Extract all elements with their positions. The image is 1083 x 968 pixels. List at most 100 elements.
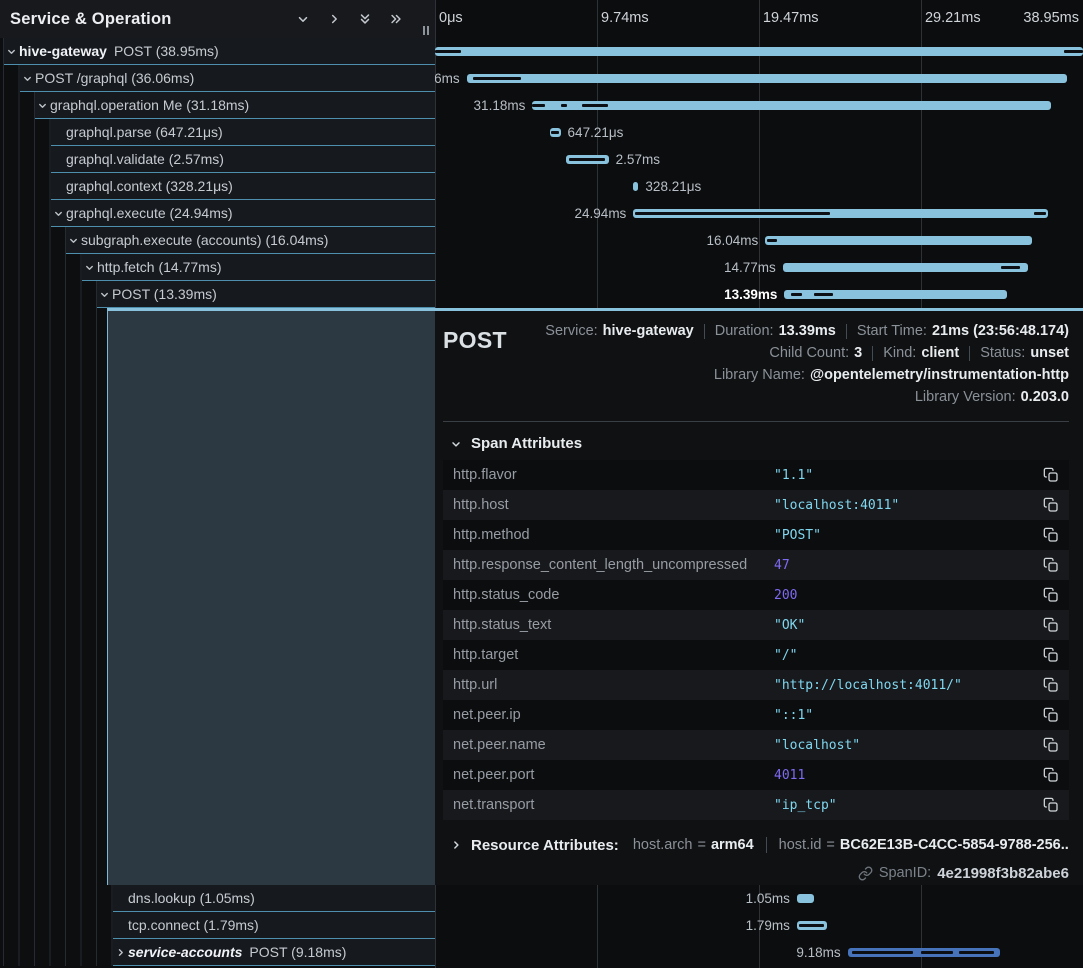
span-row[interactable]: graphql.context (328.21μs)328.21μs: [0, 173, 1083, 200]
chevron-down-icon[interactable]: [51, 208, 66, 219]
span-duration-label: 328.21μs: [645, 173, 701, 200]
span-bar[interactable]: [566, 155, 609, 164]
span-bar[interactable]: [848, 948, 1001, 957]
span-bar[interactable]: [633, 209, 1048, 218]
span-row[interactable]: http.fetch (14.77ms)14.77ms: [0, 254, 1083, 281]
indent-guides: [0, 281, 97, 308]
copy-icon[interactable]: [1043, 617, 1059, 633]
attribute-value: 47: [774, 558, 1043, 573]
timeline-tick: 9.74ms: [601, 0, 649, 36]
copy-icon[interactable]: [1043, 647, 1059, 663]
span-bar-segment: [767, 239, 778, 242]
double-chevron-down-icon[interactable]: [358, 12, 372, 26]
span-bar-segment: [551, 131, 559, 134]
attribute-key: net.peer.ip: [453, 707, 774, 723]
attribute-row: net.transport"ip_tcp": [443, 790, 1069, 820]
meta-label: Library Version:: [915, 387, 1016, 408]
span-attributes-title: Span Attributes: [471, 435, 582, 452]
indent-guides: [0, 912, 113, 939]
span-tree-body: tcp.connect (1.79ms): [113, 912, 435, 939]
span-timeline-cell: 36.06ms: [435, 65, 1083, 92]
copy-icon[interactable]: [1043, 557, 1059, 573]
operation-label: subgraph.execute (accounts) (16.04ms): [81, 232, 328, 248]
span-bar[interactable]: [797, 894, 814, 903]
chevron-down-icon[interactable]: [82, 262, 97, 273]
copy-icon[interactable]: [1043, 527, 1059, 543]
attribute-row: http.status_text"OK": [443, 610, 1069, 640]
span-row[interactable]: graphql.operation Me (31.18ms)31.18ms: [0, 92, 1083, 119]
attribute-row: net.peer.ip"::1": [443, 700, 1069, 730]
span-attributes-toggle[interactable]: Span Attributes: [450, 435, 1069, 452]
meta-separator: [704, 324, 705, 339]
timeline-tick: 0μs: [439, 0, 463, 36]
span-row[interactable]: graphql.execute (24.94ms)24.94ms: [0, 200, 1083, 227]
chevron-right-icon: [450, 839, 462, 851]
span-bar-segment: [1064, 50, 1083, 53]
panel-resize-handle[interactable]: [423, 26, 429, 35]
attribute-row: net.peer.port4011: [443, 760, 1069, 790]
span-bar[interactable]: [550, 128, 561, 137]
span-tree-cell: subgraph.execute (accounts) (16.04ms): [0, 227, 435, 254]
chevron-down-icon[interactable]: [97, 289, 112, 300]
span-bar[interactable]: [532, 101, 1051, 110]
copy-icon[interactable]: [1043, 767, 1059, 783]
span-bar[interactable]: [783, 263, 1029, 272]
span-row[interactable]: graphql.validate (2.57ms)2.57ms: [0, 146, 1083, 173]
span-row[interactable]: POST (13.39ms)13.39ms: [0, 281, 1083, 308]
copy-icon[interactable]: [1043, 677, 1059, 693]
resource-key: host.arch: [633, 837, 693, 853]
meta-label: Kind:: [883, 343, 916, 364]
chevron-right-icon[interactable]: [113, 947, 128, 958]
chevron-right-icon[interactable]: [327, 12, 341, 26]
indent-guides: [0, 200, 51, 227]
chevron-down-icon[interactable]: [66, 235, 81, 246]
span-duration-label: 14.77ms: [724, 254, 776, 281]
equals-sign: =: [826, 837, 834, 853]
span-bar[interactable]: [784, 290, 1007, 299]
resource-attributes-row[interactable]: Resource Attributes:host.arch=arm64host.…: [450, 832, 1069, 858]
span-row[interactable]: subgraph.execute (accounts) (16.04ms)16.…: [0, 227, 1083, 254]
span-detail-panel: POST Service:hive-gatewayDuration:13.39m…: [435, 308, 1083, 885]
span-duration-label: 36.06ms: [435, 65, 460, 92]
copy-icon[interactable]: [1043, 797, 1059, 813]
divider: [443, 421, 1069, 422]
span-row[interactable]: service-accountsPOST (9.18ms)9.18ms: [0, 939, 1083, 966]
span-duration-label: 24.94ms: [575, 200, 627, 227]
attribute-value: "OK": [774, 618, 1043, 633]
copy-icon[interactable]: [1043, 707, 1059, 723]
attribute-key: http.response_content_length_uncompresse…: [453, 557, 774, 573]
resource-key: host.id: [779, 837, 822, 853]
copy-icon[interactable]: [1043, 587, 1059, 603]
span-bar[interactable]: [797, 921, 827, 930]
span-bar-segment: [569, 158, 605, 161]
meta-label: Start Time:: [857, 321, 927, 342]
chevron-down-icon[interactable]: [296, 12, 310, 26]
link-icon[interactable]: [858, 866, 873, 881]
chevron-down-icon[interactable]: [20, 73, 35, 84]
span-tree-body: POST (13.39ms): [97, 281, 435, 308]
copy-icon[interactable]: [1043, 497, 1059, 513]
span-bar[interactable]: [467, 74, 1067, 83]
span-row[interactable]: tcp.connect (1.79ms)1.79ms: [0, 912, 1083, 939]
chevron-down-icon[interactable]: [4, 46, 19, 57]
copy-icon[interactable]: [1043, 737, 1059, 753]
span-row[interactable]: graphql.parse (647.21μs)647.21μs: [0, 119, 1083, 146]
span-bar[interactable]: [633, 182, 638, 191]
attribute-key: net.peer.name: [453, 737, 774, 753]
span-bar[interactable]: [765, 236, 1032, 245]
meta-value: 13.39ms: [779, 321, 836, 342]
span-row[interactable]: hive-gatewayPOST (38.95ms)38.95ms: [0, 38, 1083, 65]
span-row[interactable]: dns.lookup (1.05ms)1.05ms: [0, 885, 1083, 912]
span-bar[interactable]: [435, 47, 1083, 56]
operation-label: graphql.parse (647.21μs): [66, 124, 223, 140]
attribute-row: http.target"/": [443, 640, 1069, 670]
chevron-down-icon[interactable]: [35, 100, 50, 111]
copy-icon[interactable]: [1043, 467, 1059, 483]
double-chevron-right-icon[interactable]: [389, 12, 403, 26]
meta-separator: [846, 324, 847, 339]
span-bar-segment: [635, 212, 830, 215]
span-duration-label: 31.18ms: [474, 92, 526, 119]
span-row[interactable]: POST /graphql (36.06ms)36.06ms: [0, 65, 1083, 92]
service-name: service-accounts: [128, 944, 242, 960]
span-timeline-cell: 1.79ms: [435, 912, 1083, 939]
